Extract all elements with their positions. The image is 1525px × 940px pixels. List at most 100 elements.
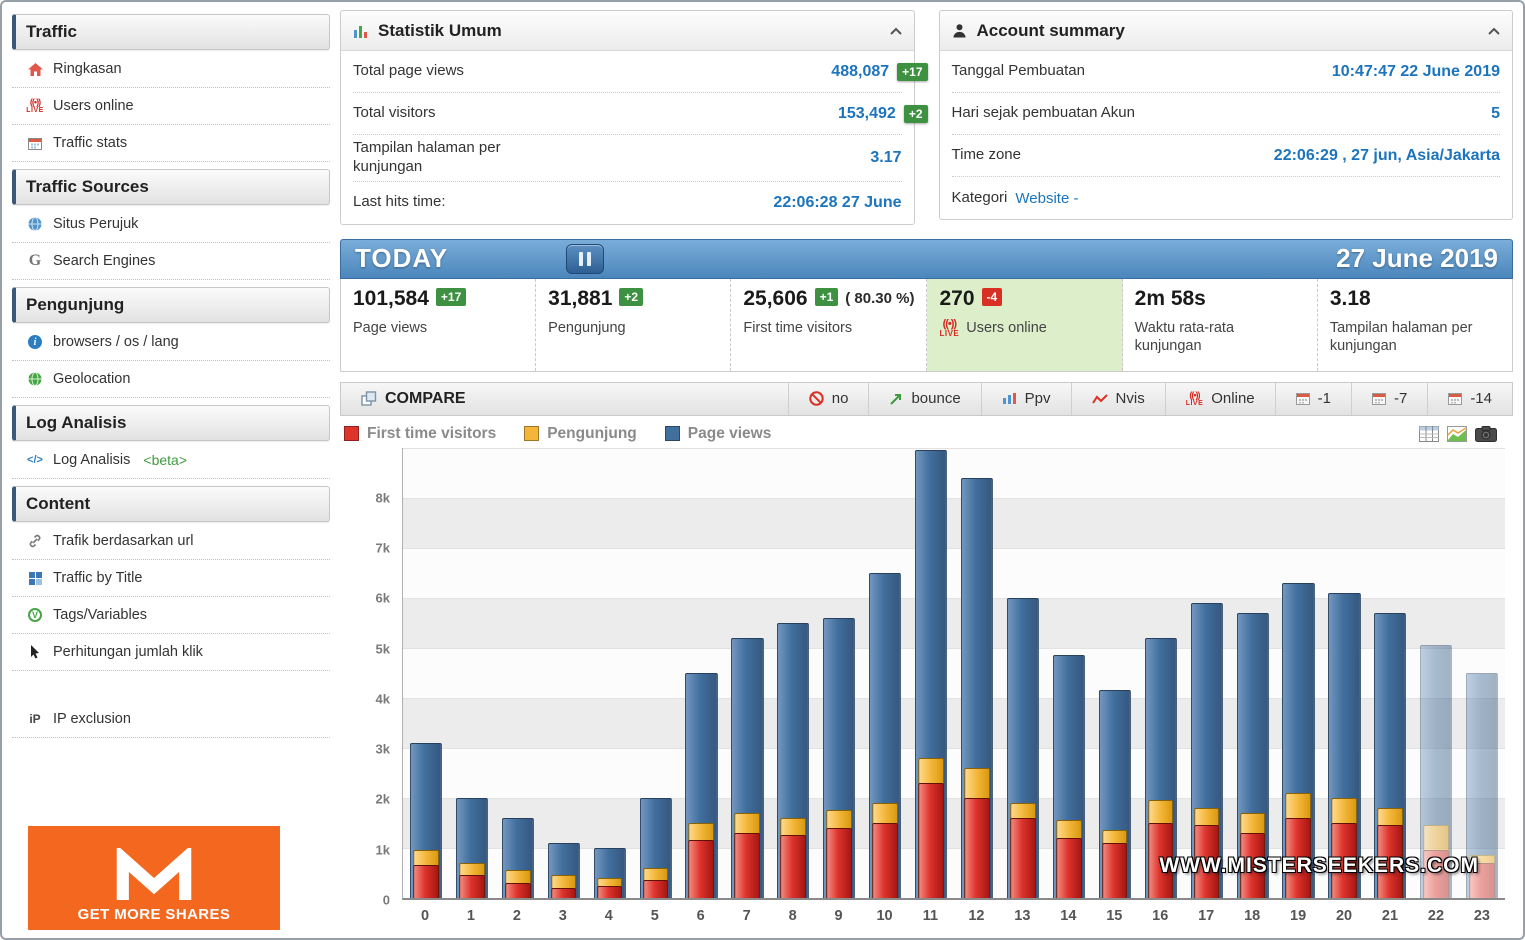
beta-tag: <beta> bbox=[143, 452, 187, 468]
bar-group-hour-8[interactable] bbox=[770, 448, 816, 898]
waktu-rata-rata-kunjungan-stat[interactable]: 2m 58s Waktu rata-rata kunjungan bbox=[1123, 278, 1318, 371]
chevron-up-icon[interactable] bbox=[1488, 27, 1500, 35]
sidebar-item-perhitungan-jumlah-klik[interactable]: Perhitungan jumlah klik bbox=[12, 634, 330, 671]
sidebar-item-ip-exclusion[interactable]: iP IP exclusion bbox=[12, 701, 330, 738]
x-axis-label: 23 bbox=[1473, 908, 1490, 924]
toolbar-no[interactable]: no bbox=[787, 382, 869, 415]
toolbar-online[interactable]: ((•)) LIVE Online bbox=[1164, 382, 1275, 415]
camera-icon[interactable] bbox=[1475, 425, 1497, 442]
toolbar-nvis[interactable]: Nvis bbox=[1070, 382, 1165, 415]
chevron-up-icon[interactable] bbox=[889, 27, 902, 35]
compare-icon bbox=[361, 391, 377, 406]
promo-banner[interactable]: GET MORE SHARES bbox=[28, 826, 280, 930]
sidebar-item-trafik-berdasarkan-url[interactable]: Trafik berdasarkan url bbox=[12, 523, 330, 560]
sidebar-item-log-analisis[interactable]: </> Log Analisis <beta> bbox=[12, 442, 330, 479]
sidebar-item-search-engines[interactable]: G Search Engines bbox=[12, 243, 330, 280]
bar-chart-icon bbox=[353, 24, 368, 38]
bar-group-hour-9[interactable] bbox=[816, 448, 862, 898]
stat-label: Page views bbox=[353, 319, 523, 338]
bar-group-hour-22[interactable] bbox=[1413, 448, 1459, 898]
toolbar-bounce[interactable]: bounce bbox=[868, 382, 980, 415]
sidebar-item-label: Trafik berdasarkan url bbox=[53, 533, 194, 549]
stat-value-row: 270 -4 bbox=[939, 287, 1109, 311]
sidebar-item-geolocation[interactable]: Geolocation bbox=[12, 361, 330, 398]
toolbar-minus-1[interactable]: -1 bbox=[1274, 382, 1351, 415]
compare-toolbar: COMPARE no bounce Ppv Nvis ((•)) LIVE Online -1 -… bbox=[340, 381, 1513, 416]
row-label: Last hits time: bbox=[353, 193, 446, 211]
table-view-icon[interactable] bbox=[1419, 425, 1439, 442]
no-icon bbox=[809, 391, 824, 406]
tampilan-halaman-per-kunjungan-stat[interactable]: 3.18 Tampilan halaman per kunjungan bbox=[1318, 279, 1512, 371]
promo-text: GET MORE SHARES bbox=[77, 906, 231, 923]
sidebar-item-tags-variables[interactable]: V Tags/Variables bbox=[12, 597, 330, 634]
first-time-visitors-bar bbox=[918, 782, 944, 898]
bar-group-hour-10[interactable] bbox=[862, 448, 908, 898]
bar-group-hour-23[interactable] bbox=[1459, 448, 1505, 898]
pengunjung-stat[interactable]: 31,881 +2 Pengunjung bbox=[536, 278, 732, 371]
x-axis-label: 15 bbox=[1106, 908, 1123, 924]
x-axis-label: 19 bbox=[1290, 908, 1307, 924]
bar-group-hour-20[interactable] bbox=[1321, 448, 1367, 898]
bar-group-hour-11[interactable] bbox=[908, 448, 954, 898]
bar-group-hour-21[interactable] bbox=[1367, 448, 1413, 898]
sidebar-item-users-online[interactable]: ((•)) LIVE Users online bbox=[12, 88, 330, 125]
section-title: Traffic Sources bbox=[26, 177, 149, 196]
category-link[interactable]: Website - bbox=[1015, 190, 1078, 207]
bar-group-hour-14[interactable] bbox=[1046, 448, 1092, 898]
sidebar-item-ringkasan[interactable]: Ringkasan bbox=[12, 51, 330, 88]
toolbar-ppv[interactable]: Ppv bbox=[980, 382, 1071, 415]
bar-group-hour-3[interactable] bbox=[541, 448, 587, 898]
chart-plot bbox=[402, 447, 1505, 900]
bar-group-hour-17[interactable] bbox=[1184, 448, 1230, 898]
pause-button[interactable] bbox=[566, 243, 605, 274]
bar-group-hour-5[interactable] bbox=[633, 448, 679, 898]
stat-extra: ( 80.30 %) bbox=[845, 290, 915, 307]
sidebar-item-label: Perhitungan jumlah klik bbox=[53, 644, 203, 660]
sidebar-item-browsers-os-lang[interactable]: i browsers / os / lang bbox=[12, 324, 330, 361]
row-value: 3.17 bbox=[870, 148, 902, 166]
toolbar-label: -14 bbox=[1470, 390, 1492, 407]
y-axis-label: 5k bbox=[375, 641, 390, 657]
section-title: Traffic bbox=[26, 22, 78, 41]
live-icon: ((•)) LIVE bbox=[939, 317, 960, 338]
sidebar-item-traffic-stats[interactable]: Traffic stats bbox=[12, 125, 330, 162]
bar-group-hour-6[interactable] bbox=[679, 448, 725, 898]
area-chart-view-icon[interactable] bbox=[1447, 425, 1467, 442]
row-value: 488,087 bbox=[831, 62, 890, 80]
y-axis-label: 2k bbox=[375, 791, 390, 807]
y-axis-label: 8k bbox=[375, 490, 390, 506]
bar-group-hour-15[interactable] bbox=[1092, 448, 1138, 898]
sidebar-item-traffic-by-title[interactable]: Traffic by Title bbox=[12, 560, 330, 597]
bar-group-hour-0[interactable] bbox=[403, 448, 449, 898]
legend-swatch bbox=[664, 426, 680, 441]
y-axis: 0 1k 2k 3k 4k 5k 6k 7k 8k bbox=[340, 448, 402, 907]
tags-icon: V bbox=[26, 608, 44, 622]
stat-label-text: Page views bbox=[353, 319, 428, 336]
bar-group-hour-13[interactable] bbox=[1000, 448, 1046, 898]
x-axis-label: 21 bbox=[1381, 908, 1399, 924]
live-icon: ((•)) LIVE bbox=[26, 97, 44, 115]
users-online-stat[interactable]: 270 -4 ((•)) LIVE Users online bbox=[927, 278, 1123, 371]
section-title: Log Analisis bbox=[26, 413, 127, 432]
page-views-stat[interactable]: 101,584 +17 Page views bbox=[341, 278, 537, 371]
calendar-icon bbox=[1448, 392, 1463, 405]
chart-bars bbox=[403, 448, 1505, 898]
bar-group-hour-18[interactable] bbox=[1230, 448, 1276, 898]
toolbar-minus-7[interactable]: -7 bbox=[1350, 382, 1427, 415]
bar-group-hour-12[interactable] bbox=[954, 448, 1000, 898]
bar-group-hour-4[interactable] bbox=[587, 448, 633, 898]
stat-label-text: Users online bbox=[966, 319, 1047, 336]
bar-group-hour-7[interactable] bbox=[724, 448, 770, 898]
bar-group-hour-1[interactable] bbox=[449, 448, 495, 898]
bar-group-hour-19[interactable] bbox=[1276, 448, 1322, 898]
toolbar-minus-14[interactable]: -14 bbox=[1427, 382, 1512, 415]
google-icon: G bbox=[28, 252, 42, 269]
toolbar-compare[interactable]: COMPARE bbox=[341, 383, 486, 415]
bar-group-hour-2[interactable] bbox=[495, 448, 541, 898]
sidebar-item-situs-perujuk[interactable]: Situs Perujuk bbox=[12, 206, 330, 243]
panel-title: Account summary bbox=[976, 20, 1125, 40]
toolbar-label: -7 bbox=[1393, 390, 1408, 407]
panel-row: Total page views 488,087 +17 bbox=[353, 51, 928, 93]
bar-group-hour-16[interactable] bbox=[1138, 448, 1184, 898]
first-time-visitors-stat[interactable]: 25,606 +1 ( 80.30 %) First time visitors bbox=[731, 278, 928, 371]
